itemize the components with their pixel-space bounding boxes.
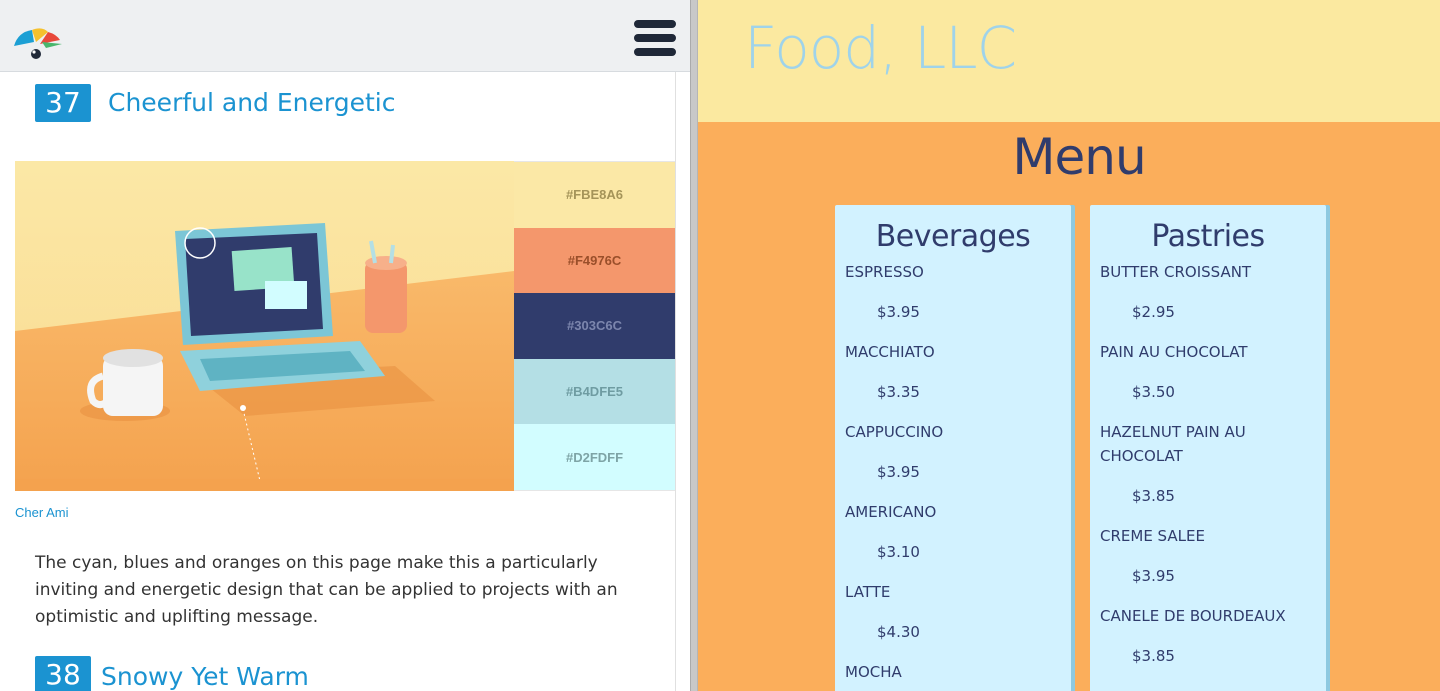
card-title: Pastries bbox=[1151, 219, 1265, 254]
site-header: Food, LLC bbox=[698, 0, 1440, 122]
hamburger-menu-icon[interactable] bbox=[634, 20, 676, 56]
menu-item-name: LATTE bbox=[845, 583, 891, 601]
color-swatch: #D2FDFF bbox=[514, 424, 675, 490]
menu-item-name: BUTTER CROISSANT bbox=[1100, 263, 1252, 281]
section-title-link[interactable]: Snowy Yet Warm bbox=[101, 658, 309, 691]
menu-item-name: ESPRESSO bbox=[845, 263, 924, 281]
menu-item: MOCHA bbox=[845, 660, 1061, 684]
section-number-badge: 38 bbox=[35, 656, 91, 691]
menu-item-list: ESPRESSO $3.95 MACCHIATO $3.35 CAPPUCCINO $3.… bbox=[835, 260, 1071, 684]
menu-item-price: $4.30 bbox=[877, 623, 920, 641]
menu-item: MACCHIATO $3.35 bbox=[845, 340, 1061, 404]
menu-item-price: $3.95 bbox=[1132, 567, 1175, 585]
menu-item-name: MOCHA bbox=[845, 663, 902, 681]
menu-item: CANELE DE BOURDEAUX $3.85 bbox=[1100, 604, 1316, 668]
color-palette: #FBE8A6 #F4976C #303C6C #B4DFE5 #D2FDFF bbox=[514, 161, 675, 491]
food-menu-window: Food, LLC Menu Beverages ESPRESSO $3.95 MA… bbox=[698, 0, 1440, 691]
menu-item: HAZELNUT PAIN AU CHOCOLAT $3.85 bbox=[1100, 420, 1316, 508]
example-site-screenshot bbox=[15, 161, 514, 491]
menu-item-name: AMERICANO bbox=[845, 503, 937, 521]
color-swatch: #F4976C bbox=[514, 227, 675, 294]
menu-item-price: $3.95 bbox=[877, 463, 920, 481]
menu-item-name: CAPPUCCINO bbox=[845, 423, 944, 441]
menu-item-name: CANELE DE BOURDEAUX bbox=[1100, 607, 1286, 625]
menu-card-pastries: Pastries BUTTER CROISSANT $2.95 PAIN AU CH… bbox=[1090, 205, 1326, 691]
menu-item-price: $2.95 bbox=[1132, 303, 1175, 321]
menu-item-name: MACCHIATO bbox=[845, 343, 935, 361]
card-title: Beverages bbox=[875, 219, 1031, 254]
window-divider[interactable] bbox=[690, 0, 698, 691]
image-credit-link[interactable]: Cher Ami bbox=[15, 505, 68, 520]
menu-item: PAIN AU CHOCOLAT $3.50 bbox=[1100, 340, 1316, 404]
site-title[interactable]: Food, LLC bbox=[744, 14, 1017, 82]
section-number-badge: 37 bbox=[35, 84, 91, 122]
site-header bbox=[0, 0, 690, 72]
color-swatch: #303C6C bbox=[514, 293, 675, 359]
menu-item-price: $3.35 bbox=[877, 383, 920, 401]
menu-item: BUTTER CROISSANT $2.95 bbox=[1100, 260, 1316, 324]
menu-item-name: HAZELNUT PAIN AU CHOCOLAT bbox=[1100, 423, 1246, 465]
menu-item-price: $3.10 bbox=[877, 543, 920, 561]
color-swatch: #B4DFE5 bbox=[514, 358, 675, 425]
menu-item: ESPRESSO $3.95 bbox=[845, 260, 1061, 324]
menu-item-price: $3.85 bbox=[1132, 647, 1175, 665]
menu-item-name: PAIN AU CHOCOLAT bbox=[1100, 343, 1248, 361]
menu-card-beverages: Beverages ESPRESSO $3.95 MACCHIATO $3.35 CAP… bbox=[835, 205, 1071, 691]
menu-item-price: $3.50 bbox=[1132, 383, 1175, 401]
section-description: The cyan, blues and oranges on this page… bbox=[35, 553, 618, 627]
menu-item: CAPPUCCINO $3.95 bbox=[845, 420, 1061, 484]
menu-item-name: CREME SALEE bbox=[1100, 527, 1205, 545]
palette-article-window: 37 Cheerful and Energetic #FBE8A6 #F4976… bbox=[0, 0, 690, 691]
menu-item-price: $3.95 bbox=[877, 303, 920, 321]
color-swatch: #FBE8A6 bbox=[514, 162, 675, 228]
menu-heading: Menu bbox=[1012, 128, 1146, 186]
menu-item-list: BUTTER CROISSANT $2.95 PAIN AU CHOCOLAT $3.… bbox=[1090, 260, 1326, 668]
brand-logo-icon[interactable] bbox=[12, 24, 66, 64]
menu-item: AMERICANO $3.10 bbox=[845, 500, 1061, 564]
menu-item-price: $3.85 bbox=[1132, 487, 1175, 505]
partially-hidden-window-edge bbox=[675, 72, 690, 691]
menu-item: LATTE $4.30 bbox=[845, 580, 1061, 644]
menu-item: CREME SALEE $3.95 bbox=[1100, 524, 1316, 588]
section-title-link[interactable]: Cheerful and Energetic bbox=[108, 84, 395, 122]
